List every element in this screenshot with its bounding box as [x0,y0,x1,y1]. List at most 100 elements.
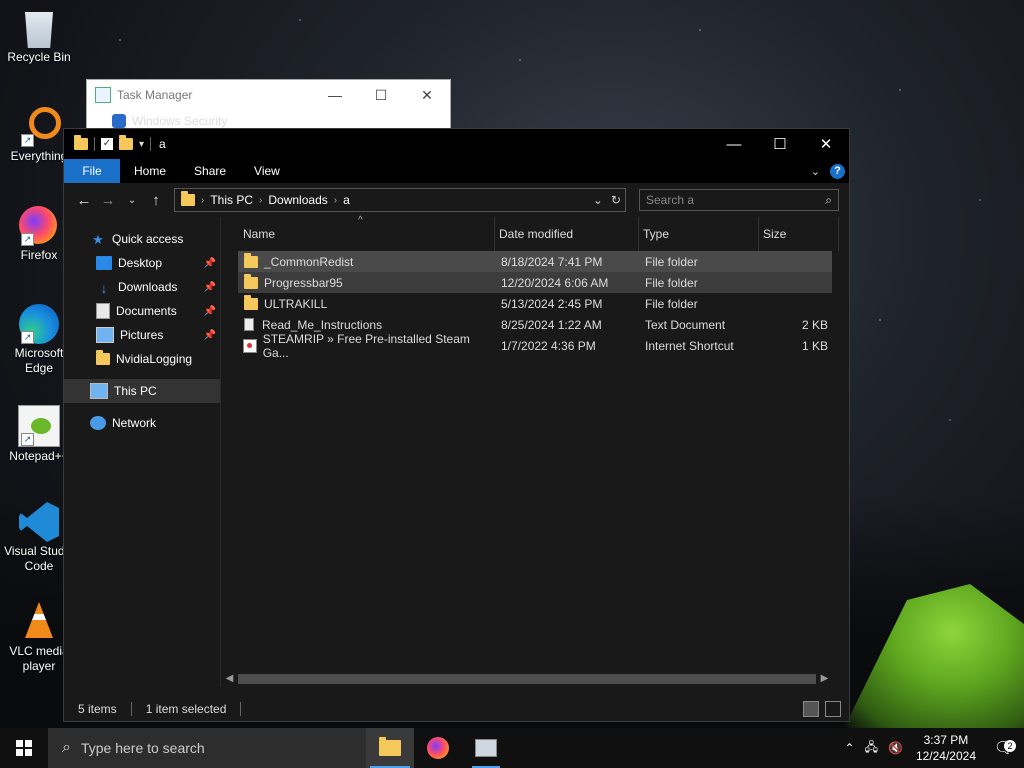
clock[interactable]: 3:37 PM 12/24/2024 [908,732,984,764]
table-row[interactable]: ULTRAKILL 5/13/2024 2:45 PM File folder [238,293,832,314]
nav-nvidialogging[interactable]: NvidiaLogging [64,347,220,371]
task-manager-icon [475,739,497,757]
vscode-icon [19,502,59,542]
file-type: File folder [645,296,698,311]
file-date: 8/25/2024 1:22 AM [501,317,602,332]
taskbar-task-manager[interactable] [462,728,510,768]
properties-icon[interactable]: ✓ [101,138,113,150]
clock-date: 12/24/2024 [915,749,976,763]
file-date: 5/13/2024 2:45 PM [501,296,603,311]
tab-home[interactable]: Home [120,159,180,183]
nav-quick-access[interactable]: ★ Quick access [64,227,220,251]
file-date: 8/18/2024 7:41 PM [501,254,603,269]
pin-icon[interactable]: 📌 [204,258,216,269]
table-row[interactable]: Progressbar95 12/20/2024 6:06 AM File fo… [238,272,832,293]
vlc-icon [25,602,53,638]
customize-toolbar-icon[interactable]: ▾ [139,139,144,150]
minimize-icon[interactable]: — [711,129,757,159]
file-date: 12/20/2024 6:06 AM [501,275,609,290]
column-header-name[interactable]: Name [239,217,495,251]
back-icon[interactable]: ← [72,192,96,209]
nav-pictures[interactable]: Pictures 📌 [64,323,220,347]
notification-badge: 2 [1004,740,1016,752]
table-row[interactable]: STEAMRIP » Free Pre-installed Steam Ga..… [238,332,832,360]
large-icons-view-icon[interactable] [825,701,841,717]
maximize-icon[interactable]: ☐ [757,129,803,159]
taskbar-search[interactable]: ⌕ Type here to search [48,728,366,768]
separator [150,137,152,151]
up-icon[interactable]: ↑ [144,192,168,209]
nav-network[interactable]: Network [64,411,220,435]
close-icon[interactable]: ✕ [404,87,450,104]
file-name: STEAMRIP » Free Pre-installed Steam Ga..… [262,331,470,360]
nav-label: Quick access [112,232,184,246]
file-explorer-window[interactable]: ✓ ▾ a — ☐ ✕ File Home Share View ⌄ ? ← →… [63,128,850,722]
pin-icon[interactable]: 📌 [204,282,216,293]
folder-icon [74,135,88,150]
tab-share[interactable]: Share [180,159,240,183]
taskbar-file-explorer[interactable] [366,728,414,768]
scroll-left-icon[interactable]: ◀ [221,673,238,684]
details-view-icon[interactable] [803,701,819,717]
task-manager-window[interactable]: Task Manager — ☐ ✕ Windows Security [86,79,451,133]
forward-icon[interactable]: → [96,192,120,209]
volume-muted-icon[interactable]: 🔇 [883,741,908,755]
firefox-icon [427,737,449,759]
nav-this-pc[interactable]: This PC [64,379,220,403]
address-dropdown-icon[interactable]: ⌄ [593,193,603,207]
tab-view[interactable]: View [240,159,294,183]
file-name: _CommonRedist [264,254,354,269]
task-manager-icon [95,87,111,103]
system-tray: ⌃ 🖧 🔇 3:37 PM 12/24/2024 🗨 2 [840,728,1024,768]
file-size: 1 KB [801,338,828,353]
scrollbar-thumb[interactable] [238,673,816,684]
folder-icon [244,252,258,268]
expand-ribbon-icon[interactable]: ⌄ [811,165,820,178]
start-button[interactable] [0,728,48,768]
firefox-icon: ↗ [19,206,59,246]
show-hidden-icons-icon[interactable]: ⌃ [840,741,860,755]
horizontal-scrollbar[interactable]: ◀ ▶ [221,670,833,687]
minimize-icon[interactable]: — [312,87,358,104]
breadcrumb-this-pc[interactable]: This PC [204,193,259,207]
new-folder-icon[interactable] [119,135,133,150]
address-bar[interactable]: › This PC › Downloads › a ⌄ ↻ [174,188,626,212]
search-icon: ⌕ [62,739,71,756]
breadcrumb-a[interactable]: a [337,193,356,207]
task-manager-titlebar[interactable]: Task Manager — ☐ ✕ [87,80,450,110]
recent-locations-icon[interactable]: ⌄ [120,195,144,206]
network-icon[interactable]: 🖧 [860,738,883,759]
tab-file[interactable]: File [64,159,120,183]
edge-icon: ↗ [19,304,59,344]
help-icon[interactable]: ? [830,163,845,179]
desktop-icon-recycle-bin[interactable]: Recycle Bin [4,8,74,65]
refresh-icon[interactable]: ↻ [611,193,621,207]
nav-downloads[interactable]: ↓ Downloads 📌 [64,275,220,299]
everything-icon: ↗ [19,107,61,147]
file-list: ^ Name Date modified Type Size _CommonRe… [221,215,849,687]
download-icon: ↓ [100,280,108,296]
table-row[interactable]: _CommonRedist 8/18/2024 7:41 PM File fol… [238,251,832,272]
pin-icon[interactable]: 📌 [204,306,216,317]
maximize-icon[interactable]: ☐ [358,87,404,104]
nav-documents[interactable]: Documents 📌 [64,299,220,323]
separator [94,137,95,151]
pin-icon[interactable]: 📌 [204,330,216,341]
breadcrumb-downloads[interactable]: Downloads [262,193,333,207]
search-input[interactable]: Search a ⌕ [639,189,839,211]
shortcut-arrow-icon: ↗ [21,134,34,147]
nav-desktop[interactable]: Desktop 📌 [64,251,220,275]
file-type: Internet Shortcut [645,338,734,353]
column-header-size[interactable]: Size [759,217,839,251]
explorer-titlebar[interactable]: ✓ ▾ a — ☐ ✕ [64,129,849,159]
taskbar-firefox[interactable] [414,728,462,768]
action-center-button[interactable]: 🗨 2 [984,738,1024,758]
taskbar-search-placeholder: Type here to search [80,740,205,756]
file-name: Read_Me_Instructions [262,317,383,332]
scroll-right-icon[interactable]: ▶ [816,673,833,684]
column-header-type[interactable]: Type [639,217,759,251]
nav-label: Network [112,416,157,430]
network-icon [90,416,106,430]
close-icon[interactable]: ✕ [803,129,849,159]
column-header-date[interactable]: Date modified [495,217,639,251]
